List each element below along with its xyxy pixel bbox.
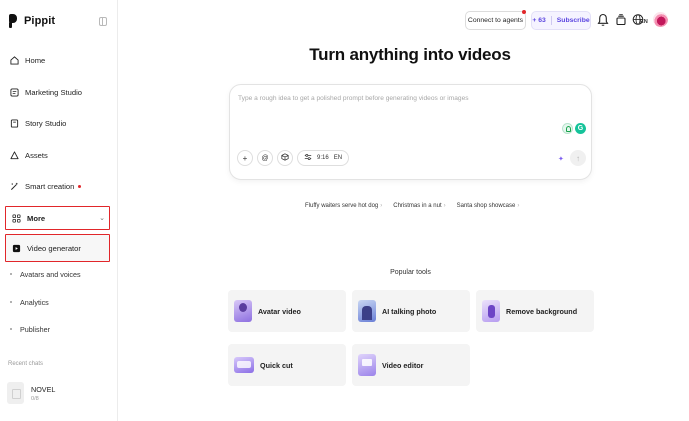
suggestion-chip[interactable]: Santa shop showcase › — [457, 203, 520, 209]
stack-icon[interactable] — [615, 13, 627, 27]
remove-background-thumbnail — [482, 300, 500, 322]
sidebar-item-home[interactable]: Home — [4, 48, 110, 72]
suggestion-label: Fluffy waiters serve hot dog — [305, 203, 379, 209]
subscribe-label: Subscribe — [556, 17, 590, 24]
sidebar-item-label: Marketing Studio — [25, 87, 82, 97]
composer-toolbar: + @ 9:16 EN — [237, 150, 350, 166]
prompt-suggestions: Fluffy waiters serve hot dog › Christmas … — [305, 203, 519, 209]
credits-count: + 63 — [532, 17, 546, 24]
page-title: Turn anything into videos — [309, 45, 511, 64]
bell-icon[interactable] — [597, 13, 609, 27]
quick-cut-thumbnail — [234, 357, 254, 373]
suggestion-label: Christmas in a nut — [393, 203, 442, 209]
recent-chat-item[interactable]: NOVEL 0/8 — [7, 382, 55, 404]
chevron-down-icon: ⌄ — [99, 215, 105, 222]
sidebar-subitem-label: Avatars and voices — [20, 269, 81, 279]
sidebar-item-smart-creation[interactable]: Smart creation — [4, 174, 110, 198]
pippit-logo-icon — [9, 14, 20, 28]
sidebar-item-assets[interactable]: Assets — [4, 143, 110, 167]
tool-label: AI talking photo — [382, 306, 437, 316]
at-icon: @ — [261, 154, 269, 162]
sidebar-item-label: Story Studio — [25, 118, 67, 128]
sidebar-item-marketing-studio[interactable]: Marketing Studio — [4, 80, 110, 104]
idea-bulb-icon[interactable] — [562, 123, 573, 134]
cube-icon — [281, 153, 289, 163]
add-attachment-button[interactable]: + — [237, 150, 253, 166]
sidebar-subitem-publisher[interactable]: Publisher — [10, 322, 50, 336]
tool-label: Avatar video — [258, 306, 301, 316]
prompt-input[interactable] — [238, 95, 538, 102]
connect-agents-label: Connect to agents — [467, 17, 524, 24]
marketing-studio-icon — [10, 87, 19, 97]
sidebar-subitem-avatars-voices[interactable]: Avatars and voices — [10, 267, 81, 281]
sidebar-subitem-label: Publisher — [20, 324, 50, 334]
home-icon — [10, 55, 19, 65]
model-select-button[interactable] — [277, 150, 293, 166]
assistant-icons: G — [562, 123, 586, 134]
brand-name: Pippit — [24, 15, 56, 27]
video-generator-icon — [12, 244, 21, 253]
tool-card-ai-talking-photo[interactable]: AI talking photo — [352, 290, 470, 332]
sidebar-item-story-studio[interactable]: Story Studio — [4, 111, 110, 135]
assets-icon — [10, 150, 19, 160]
sidebar-item-label: Smart creation — [25, 181, 75, 191]
avatar-video-thumbnail — [234, 300, 252, 322]
suggestion-chip[interactable]: Christmas in a nut › — [393, 203, 445, 209]
bullet — [10, 328, 12, 330]
credits-subscribe-button[interactable]: + 63 Subscribe — [531, 11, 591, 30]
arrow-up-icon: ↑ — [576, 153, 580, 163]
settings-pill[interactable]: 9:16 EN — [297, 150, 350, 166]
user-avatar[interactable] — [653, 12, 668, 27]
collapse-sidebar-icon[interactable] — [99, 17, 107, 26]
sidebar-subitem-analytics[interactable]: Analytics — [10, 295, 49, 309]
divider — [550, 16, 552, 25]
chat-title: NOVEL — [31, 384, 56, 394]
mention-button[interactable]: @ — [257, 150, 273, 166]
sliders-icon — [304, 153, 312, 163]
recent-chats-heading: Recent chats — [8, 361, 44, 367]
chat-thumbnail — [7, 382, 24, 404]
tool-card-avatar-video[interactable]: Avatar video — [228, 290, 346, 332]
tool-card-quick-cut[interactable]: Quick cut — [228, 344, 346, 386]
sidebar-item-more[interactable]: More ⌄ — [5, 206, 110, 230]
suggestion-chip[interactable]: Fluffy waiters serve hot dog › — [305, 203, 382, 209]
grammarly-icon[interactable]: G — [575, 123, 586, 134]
prompt-composer: G + @ 9:16 EN ✦ ↑ — [229, 84, 592, 180]
sidebar-item-label: More — [27, 213, 46, 223]
sidebar-item-label: Home — [25, 55, 46, 65]
aspect-ratio-value: 9:16 — [317, 155, 329, 161]
bullet — [10, 273, 12, 275]
chevron-right-icon: › — [517, 203, 520, 209]
sidebar-item-video-generator[interactable]: Video generator — [5, 234, 110, 262]
brand-logo[interactable]: Pippit — [9, 14, 55, 28]
talking-photo-thumbnail — [358, 300, 376, 322]
connect-agents-button[interactable]: Connect to agents — [465, 10, 526, 30]
tool-card-video-editor[interactable]: Video editor — [352, 344, 470, 386]
chat-meta: 0/8 — [31, 395, 39, 402]
notification-dot — [522, 10, 526, 14]
plus-icon: + — [242, 153, 248, 163]
prompt-language-value: EN — [333, 155, 343, 161]
tool-card-remove-background[interactable]: Remove background — [476, 290, 594, 332]
sidebar-subitem-label: Analytics — [20, 297, 49, 307]
bullet — [10, 301, 12, 303]
grid-icon — [12, 213, 21, 223]
chevron-right-icon: › — [380, 203, 383, 209]
chevron-right-icon: › — [443, 203, 446, 209]
tool-label: Video editor — [382, 360, 424, 370]
language-label: EN — [640, 19, 648, 25]
tool-label: Quick cut — [260, 360, 293, 370]
suggestion-label: Santa shop showcase — [456, 203, 516, 209]
tool-label: Remove background — [506, 306, 578, 316]
story-studio-icon — [10, 118, 19, 128]
sidebar-item-label: Assets — [25, 150, 48, 160]
magic-wand-icon — [10, 182, 19, 191]
sidebar-item-label: Video generator — [27, 243, 81, 253]
sparkle-icon[interactable]: ✦ — [558, 155, 564, 163]
new-badge-dot — [78, 184, 82, 188]
send-button[interactable]: ↑ — [570, 150, 586, 166]
video-editor-thumbnail — [358, 354, 376, 376]
popular-tools-heading: Popular tools — [390, 269, 431, 276]
sidebar: Pippit Home Marketing Studio Story Studi… — [0, 0, 118, 421]
